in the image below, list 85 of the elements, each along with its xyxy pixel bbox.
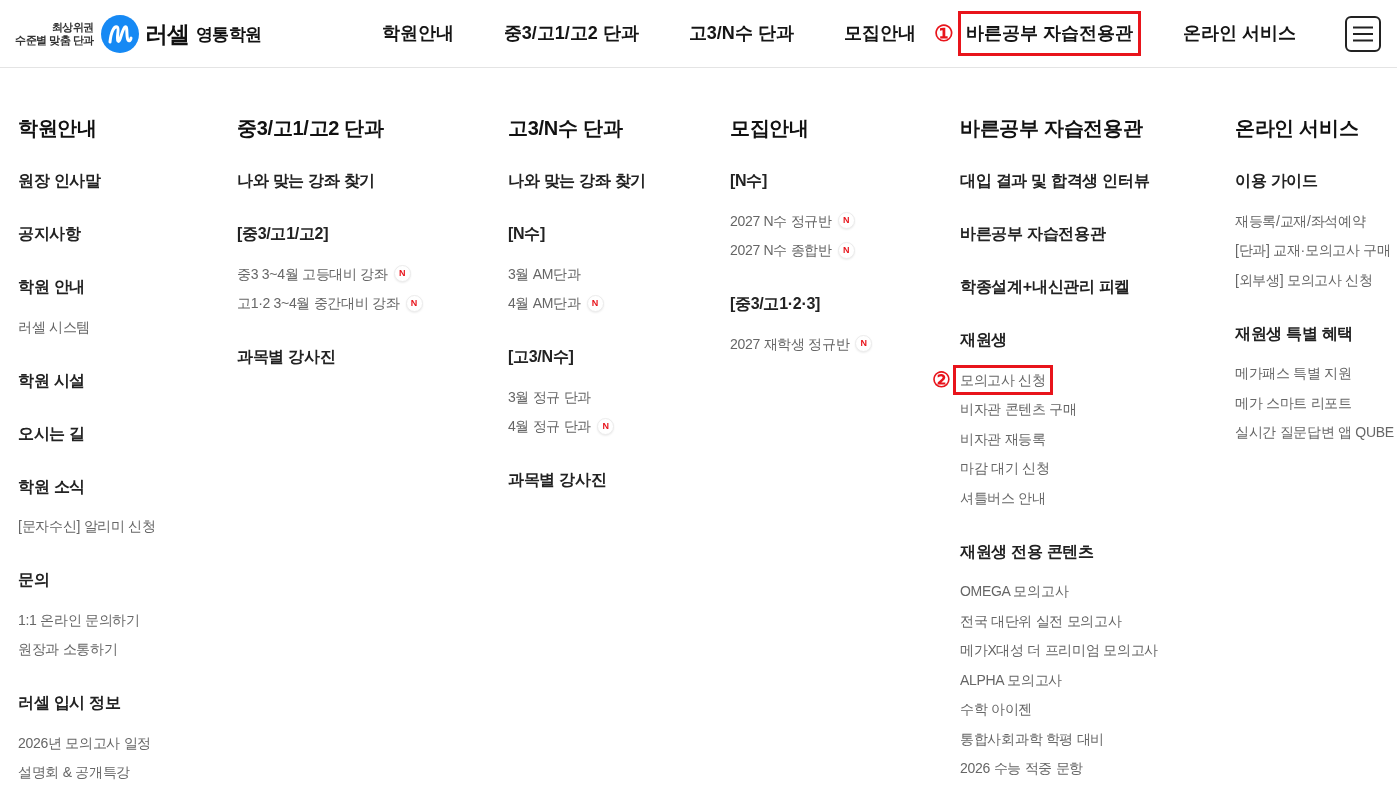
column-title[interactable]: 바른공부 자습전용관: [960, 114, 1143, 142]
menu-link[interactable]: 메가X대성 더 프리미엄 모의고사: [960, 640, 1158, 661]
new-badge: N: [837, 241, 855, 259]
menu-heading[interactable]: 원장 인사말: [18, 169, 101, 193]
menu-link[interactable]: 재등록/교재/좌석예약: [1235, 210, 1366, 231]
menu-link[interactable]: ALPHA 모의고사: [960, 669, 1063, 690]
menu-button[interactable]: [1345, 15, 1381, 52]
menu-link[interactable]: 러셀 시스템: [18, 316, 91, 337]
menu-heading[interactable]: [중3/고1/고2]: [237, 222, 329, 246]
menu-link[interactable]: 고1·2 3~4월 중간대비 강좌: [237, 293, 400, 314]
menu-link[interactable]: 전국 대단위 실전 모의고사: [960, 610, 1122, 631]
menu-heading[interactable]: 바른공부 자습전용관: [960, 222, 1106, 246]
menu-icon: [1353, 25, 1373, 42]
menu-link[interactable]: 2026 수능 적중 문항: [960, 758, 1083, 779]
menu-link[interactable]: 수학 아이젠: [960, 699, 1033, 720]
menu-heading[interactable]: 학원 안내: [18, 275, 85, 299]
menu-link[interactable]: 통합사회과학 학평 대비: [960, 728, 1105, 749]
menu-link[interactable]: 원장과 소통하기: [18, 639, 118, 660]
menu-heading[interactable]: 학원 시설: [18, 368, 85, 393]
logo-text: 러셀: [144, 19, 190, 48]
annotation-marker: ①: [933, 21, 954, 46]
menu-heading[interactable]: 문의: [18, 568, 50, 592]
menu-heading[interactable]: 학원 소식: [18, 474, 85, 499]
menu-link[interactable]: 4월 정규 단과: [508, 416, 592, 437]
column-title[interactable]: 중3/고1/고2 단과: [237, 114, 384, 142]
new-badge: N: [855, 335, 873, 353]
column-title[interactable]: 모집안내: [730, 114, 809, 142]
menu-link[interactable]: 마감 대기 신청: [960, 458, 1050, 479]
menu-heading[interactable]: [N수]: [508, 222, 545, 246]
menu-link[interactable]: 2027 N수 정규반: [730, 210, 832, 231]
menu-link[interactable]: 3월 AM단과: [508, 263, 581, 284]
menu-link[interactable]: [단과] 교재·모의고사 구매: [1235, 240, 1391, 261]
nav-link[interactable]: 바른공부 자습전용관: [957, 11, 1141, 56]
logo-icon: [100, 14, 139, 53]
new-badge: N: [586, 294, 604, 312]
menu-heading[interactable]: 나와 맞는 강좌 찾기: [237, 169, 376, 193]
menu-link[interactable]: 4월 AM단과: [508, 293, 581, 314]
menu-heading[interactable]: 학종설계+내신관리 피켈: [960, 275, 1131, 299]
menu-heading[interactable]: 이용 가이드: [1235, 169, 1318, 193]
new-badge: N: [405, 294, 423, 312]
menu-link[interactable]: 모의고사 신청: [953, 364, 1053, 395]
menu-heading[interactable]: [고3/N수]: [508, 345, 574, 369]
menu-link[interactable]: 설명회 & 공개특강: [18, 762, 131, 783]
menu-heading[interactable]: 재원생 특별 혜택: [1235, 321, 1354, 346]
new-badge: N: [597, 417, 615, 435]
menu-heading[interactable]: 과목별 강사진: [237, 345, 336, 369]
annotation-marker: ②: [932, 368, 951, 391]
menu-link[interactable]: 비자관 콘텐츠 구매: [960, 399, 1077, 420]
menu-link[interactable]: 중3 3~4월 고등대비 강좌: [237, 263, 388, 284]
menu-link[interactable]: 2027 재학생 정규반: [730, 333, 850, 354]
menu-heading[interactable]: [중3/고1·2·3]: [730, 292, 821, 316]
menu-link[interactable]: 2027 N수 종합반: [730, 240, 832, 261]
menu-link[interactable]: [외부생] 모의고사 신청: [1235, 269, 1373, 290]
nav-link[interactable]: 중3/고1/고2 단과: [503, 21, 639, 46]
menu-link[interactable]: 셔틀버스 안내: [960, 487, 1046, 508]
nav-link[interactable]: 모집안내: [843, 21, 916, 46]
menu-heading[interactable]: [N수]: [730, 169, 767, 193]
menu-heading[interactable]: 공지사항: [18, 222, 81, 246]
menu-heading[interactable]: 나와 맞는 강좌 찾기: [508, 169, 647, 193]
logo-branch: 영통학원: [195, 24, 262, 46]
menu-link[interactable]: OMEGA 모의고사: [960, 581, 1069, 602]
menu-heading[interactable]: 재원생: [960, 328, 1008, 352]
new-badge: N: [837, 212, 855, 230]
nav-link[interactable]: 학원안내: [381, 21, 454, 46]
menu-link[interactable]: [문자수신] 알리미 신청: [18, 516, 156, 537]
menu-link[interactable]: 메가 스마트 리포트: [1235, 392, 1352, 413]
menu-link[interactable]: 1:1 온라인 문의하기: [18, 609, 140, 630]
column-title[interactable]: 온라인 서비스: [1235, 114, 1359, 142]
logo-tagline: 최상위권: [51, 20, 94, 34]
column-title[interactable]: 고3/N수 단과: [508, 114, 623, 142]
menu-link[interactable]: 실시간 질문답변 앱 QUBE: [1235, 422, 1394, 443]
logo-tagline: 수준별 맞춤 단과: [15, 33, 94, 47]
column-title[interactable]: 학원안내: [18, 114, 97, 142]
menu-heading[interactable]: 러셀 입시 정보: [18, 691, 121, 715]
menu-link[interactable]: 비자관 재등록: [960, 428, 1046, 449]
menu-heading[interactable]: 재원생 전용 콘텐츠: [960, 539, 1094, 564]
menu-link[interactable]: 메가패스 특별 지원: [1235, 363, 1352, 384]
menu-heading[interactable]: 대입 결과 및 합격생 인터뷰: [960, 169, 1150, 193]
menu-link[interactable]: 2026년 모의고사 일정: [18, 732, 152, 753]
menu-heading[interactable]: 오시는 길: [18, 421, 85, 446]
menu-link[interactable]: 3월 정규 단과: [508, 386, 592, 407]
menu-heading[interactable]: 과목별 강사진: [508, 468, 607, 492]
nav-link[interactable]: 온라인 서비스: [1182, 21, 1296, 46]
new-badge: N: [393, 265, 411, 283]
nav-link[interactable]: 고3/N수 단과: [688, 21, 794, 46]
